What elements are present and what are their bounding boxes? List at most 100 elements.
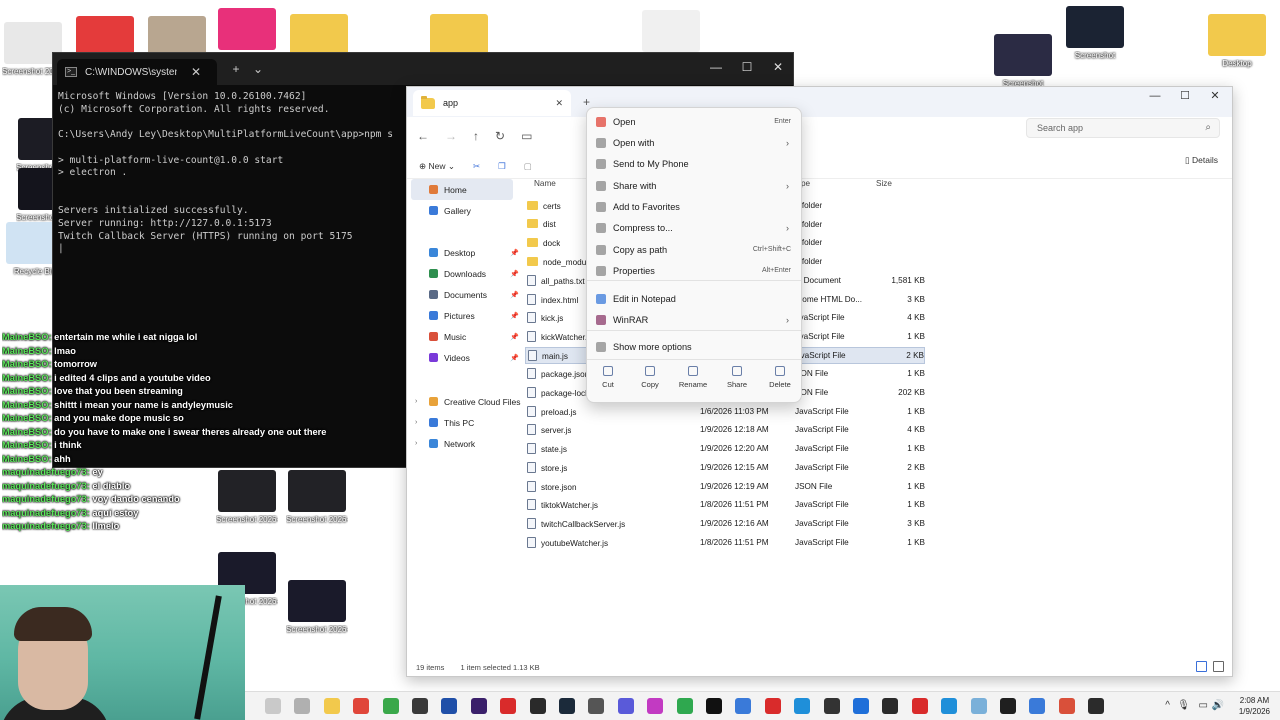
new-tab-icon[interactable]: + [583,95,590,109]
column-header-name[interactable]: Name [534,179,556,193]
taskbar-app-icon[interactable] [412,698,428,714]
taskbar-app-icon[interactable] [647,698,664,714]
desktop-icon[interactable]: Screenshot [992,34,1054,89]
file-explorer-window[interactable]: app ✕ + — ☐ ✕ ← → ↑ ↻ ▭ Search app ⌕ ⊕ N… [406,86,1233,677]
maximize-icon[interactable]: ☐ [1170,87,1200,107]
nav-item-pictures[interactable]: Pictures 📌 [407,305,525,326]
paste-icon[interactable]: ▢ [524,161,532,172]
file-row[interactable]: store.js 1/9/2026 12:15 AM JavaScript File… [525,459,925,476]
taskbar-app-icon[interactable] [823,698,840,714]
rename-button[interactable]: Rename [675,366,711,389]
close-icon[interactable]: ✕ [763,53,793,83]
menu-item-show-more-options[interactable]: Show more options [587,336,801,357]
terminal-titlebar[interactable]: >_ C:\WINDOWS\system32\cmd. ✕ + ⌄ [53,53,793,85]
menu-item-open-with[interactable]: Open with › [587,132,801,153]
nav-item-gallery[interactable]: Gallery [407,200,525,221]
nav-item-music[interactable]: Music 📌 [407,326,525,347]
taskbar-app-icon[interactable] [706,698,722,714]
menu-item-edit-in-notepad[interactable]: Edit in Notepad [587,288,801,309]
taskbar-app-icon[interactable] [353,698,370,714]
desktop-icon[interactable] [216,8,278,53]
chevron-down-icon[interactable]: ⌄ [247,62,269,76]
forward-icon[interactable]: → [445,129,457,143]
menu-item-share-with[interactable]: Share with › [587,175,801,196]
close-icon[interactable]: ✕ [1200,87,1230,107]
menu-item-properties[interactable]: Properties Alt+Enter [587,260,801,281]
monitor-icon[interactable]: ▭ [521,129,532,143]
file-row[interactable]: twitchCallbackServer.js 1/9/2026 12:16 AM… [525,515,925,532]
file-row[interactable]: preload.js 1/6/2026 11:03 PM JavaScript Fi… [525,403,925,420]
nav-item-desktop[interactable]: Desktop 📌 [407,242,525,263]
microphone-icon[interactable]: 🎙 [1177,700,1190,711]
taskbar-app-icon[interactable] [1088,698,1105,714]
cut-icon[interactable]: ✂ [473,161,480,172]
taskbar-app-icon[interactable] [559,698,575,714]
taskbar-app-icon[interactable] [470,698,487,714]
taskbar-app-icon[interactable] [941,698,958,714]
terminal-tab[interactable]: >_ C:\WINDOWS\system32\cmd. ✕ [57,59,217,85]
taskbar-app-icon[interactable] [882,698,899,714]
menu-item-send-to-my-phone[interactable]: Send to My Phone [587,153,801,174]
details-button[interactable]: ▯ Details [1185,155,1218,166]
desktop-icon[interactable]: Screenshot [1064,6,1126,61]
nav-item-network[interactable]: › Network [407,433,525,454]
nav-item-videos[interactable]: Videos 📌 [407,347,525,368]
taskbar-app-icon[interactable] [853,698,869,714]
desktop-icon[interactable]: Desktop [1206,14,1268,69]
nav-item-documents[interactable]: Documents 📌 [407,284,525,305]
close-tab-icon[interactable]: ✕ [555,98,563,109]
delete-button[interactable]: Delete [762,366,798,389]
chevron-right-icon[interactable]: › [415,440,417,447]
cut-button[interactable]: Cut [590,366,626,389]
nav-item-downloads[interactable]: Downloads 📌 [407,263,525,284]
chevron-right-icon[interactable]: › [415,419,417,426]
taskbar-app-icon[interactable] [617,698,634,714]
column-header-size[interactable]: Size [876,179,892,193]
taskbar-app-icon[interactable] [265,698,281,714]
file-row[interactable]: tiktokWatcher.js 1/8/2026 11:51 PM JavaScr… [525,496,925,513]
menu-item-compress-to[interactable]: Compress to... › [587,217,801,238]
taskbar-app-icon[interactable] [382,698,399,714]
taskbar-app-icon[interactable] [1058,698,1075,714]
taskbar-app-icon[interactable] [735,698,752,714]
taskbar-app-icon[interactable] [911,698,928,714]
nav-item-this-pc[interactable]: › This PC [407,412,525,433]
new-tab-icon[interactable]: + [225,62,247,76]
taskbar-app-icon[interactable] [588,698,605,714]
clock[interactable]: 2:08 AM 1/9/2026 [1239,695,1270,717]
search-input[interactable]: Search app ⌕ [1026,118,1220,138]
explorer-titlebar[interactable]: app ✕ + — ☐ ✕ [407,87,1232,117]
column-header-type[interactable]: pe [801,179,810,193]
taskbar-app-icon[interactable] [500,698,517,714]
share-button[interactable]: Share [719,366,755,389]
new-button[interactable]: ⊕ New ⌄ [419,161,455,172]
taskbar-app-icon[interactable] [764,698,781,714]
details-view-icon[interactable] [1196,661,1207,672]
menu-item-open[interactable]: Open Enter [587,111,801,132]
menu-item-add-to-favorites[interactable]: Add to Favorites [587,196,801,217]
taskbar-app-icon[interactable] [1000,698,1016,714]
nav-item-creative-cloud-files[interactable]: › Creative Cloud Files [407,391,525,412]
copy-icon[interactable]: ❐ [498,161,506,172]
taskbar-app-icon[interactable] [529,698,546,714]
menu-item-winrar[interactable]: WinRAR › [587,309,801,330]
taskbar-app-icon[interactable] [970,698,987,714]
volume-icon[interactable]: 🔊 [1212,700,1224,711]
close-tab-icon[interactable]: ✕ [185,65,207,79]
refresh-icon[interactable]: ↻ [495,129,505,143]
desktop-icon[interactable]: Screenshot 2026-01... [286,580,348,635]
network-icon[interactable]: ▭ [1199,700,1208,711]
copy-button[interactable]: Copy [632,366,668,389]
taskbar-app-icon[interactable] [1029,698,1046,714]
taskbar-app-icon[interactable] [323,698,340,714]
tiles-view-icon[interactable] [1213,661,1224,672]
chevron-up-icon[interactable]: ^ [1165,700,1170,711]
nav-item-home[interactable]: Home [411,179,513,200]
taskbar-app-icon[interactable] [441,698,458,714]
file-row[interactable]: youtubeWatcher.js 1/8/2026 11:51 PM JavaSc… [525,534,925,551]
file-row[interactable]: state.js 1/9/2026 12:20 AM JavaScript File… [525,440,925,457]
menu-item-copy-as-path[interactable]: Copy as path Ctrl+Shift+C [587,239,801,260]
up-icon[interactable]: ↑ [473,129,479,143]
file-row[interactable]: server.js 1/9/2026 12:18 AM JavaScript Fil… [525,421,925,438]
explorer-tab[interactable]: app ✕ [413,90,571,116]
